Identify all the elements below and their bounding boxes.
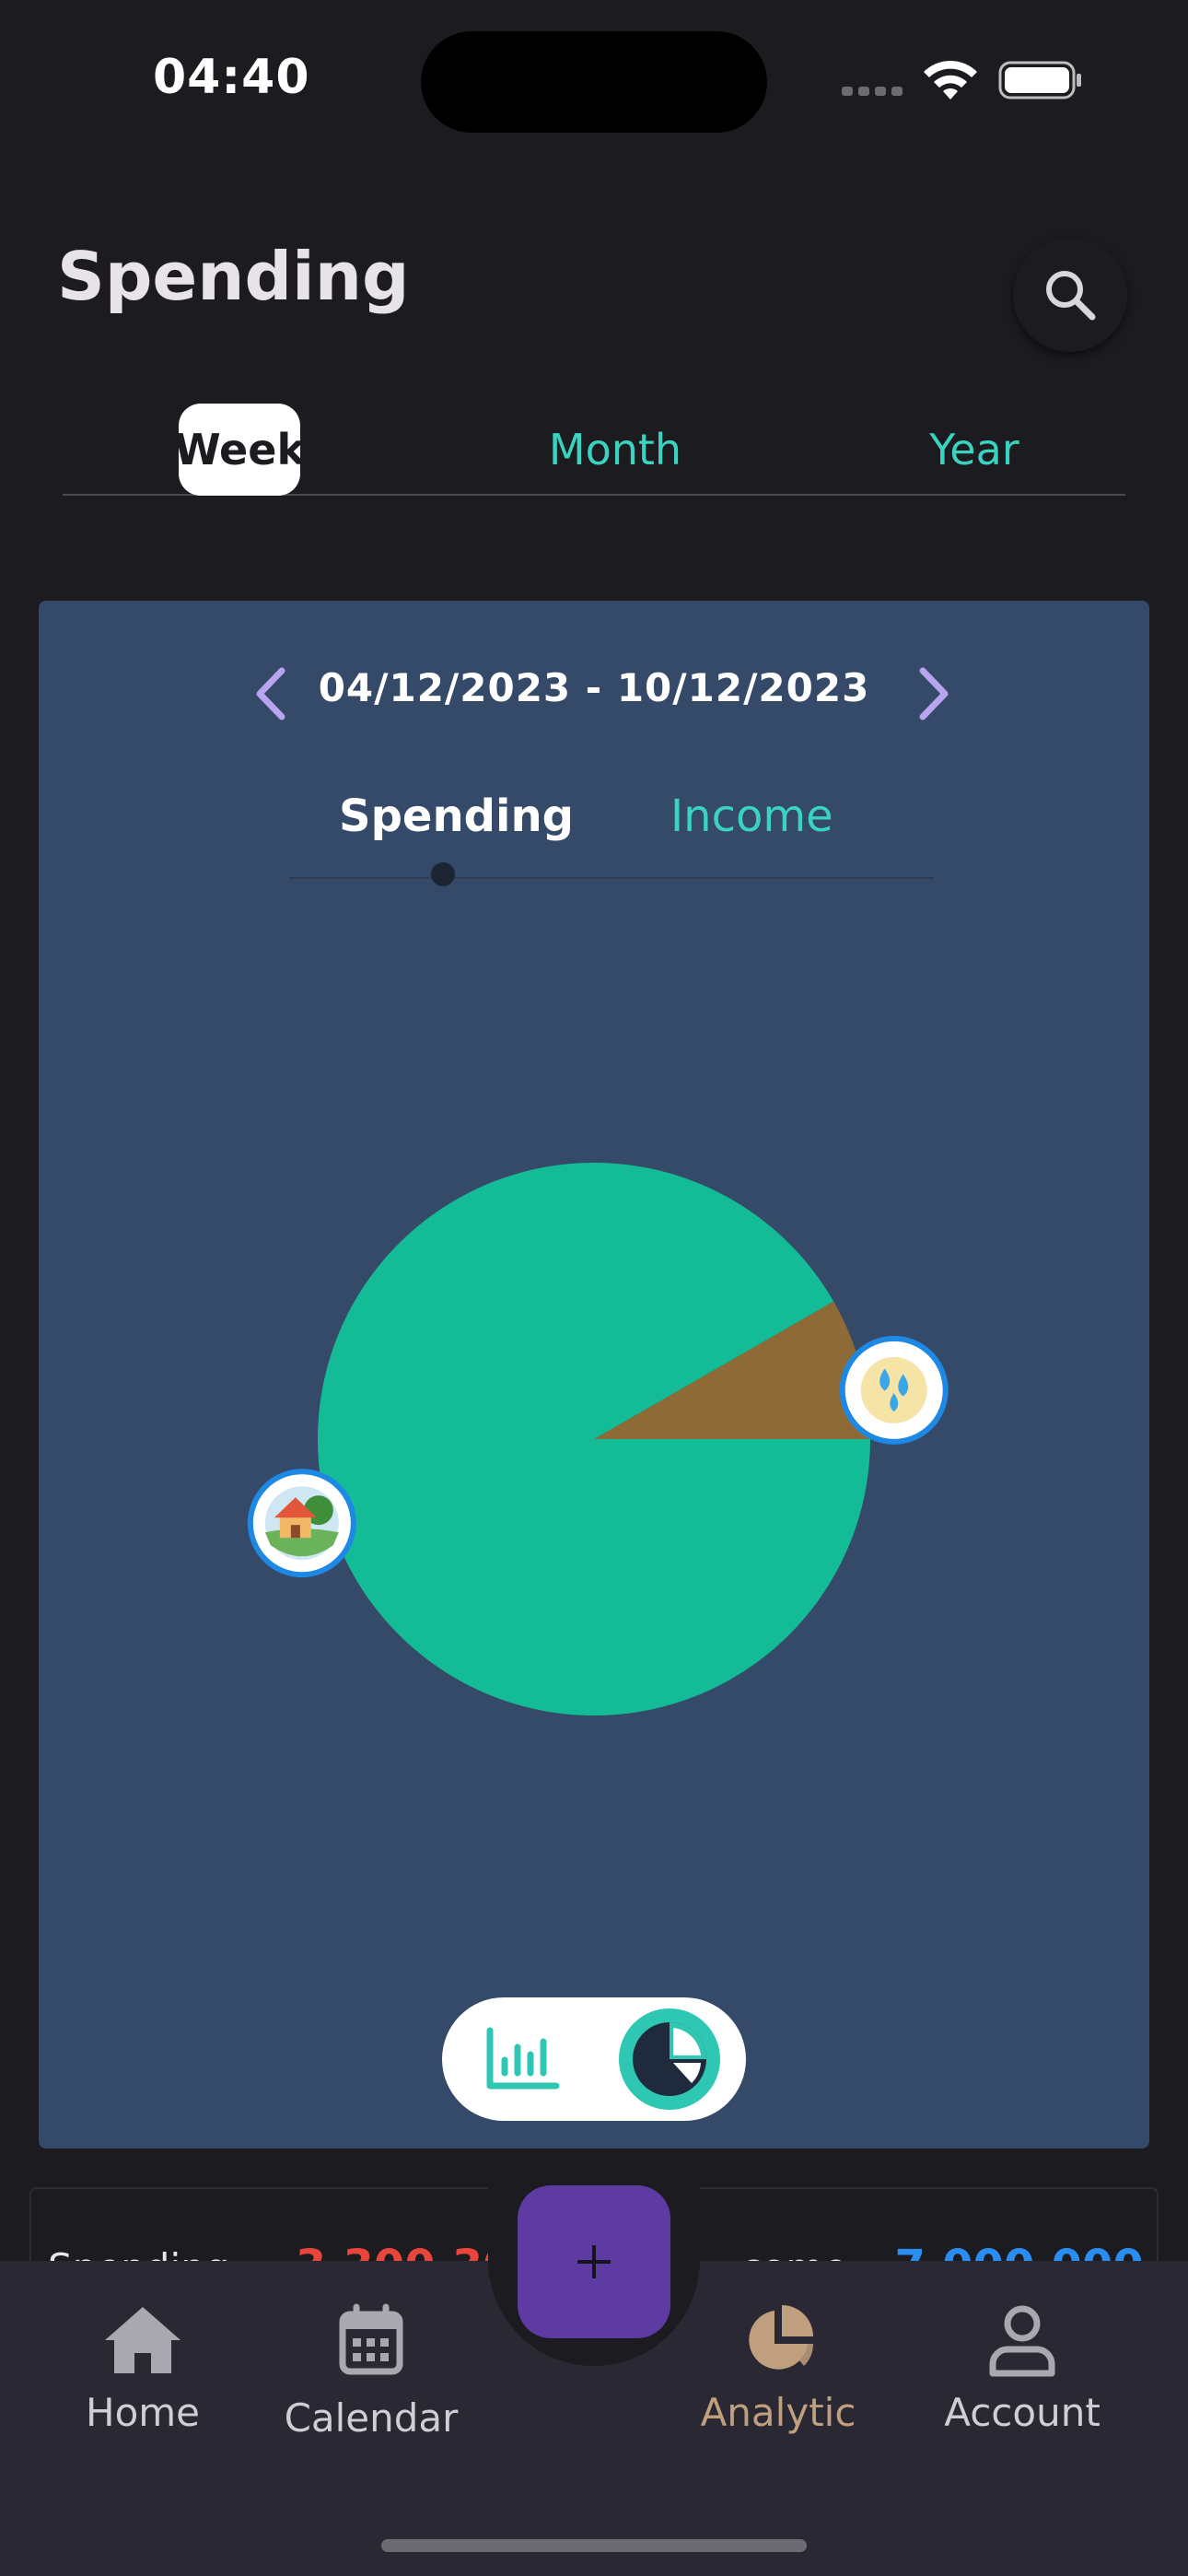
pie-chart-icon bbox=[749, 2305, 813, 2370]
page-title: Spending bbox=[57, 238, 410, 315]
house-icon bbox=[247, 1469, 356, 1578]
plus-icon bbox=[577, 2245, 611, 2278]
search-button[interactable] bbox=[1013, 238, 1127, 352]
tab-week[interactable]: Week bbox=[174, 404, 305, 496]
calendar-icon bbox=[339, 2303, 403, 2375]
tab-year[interactable]: Year bbox=[864, 404, 1085, 496]
water-drops-icon bbox=[839, 1335, 949, 1445]
tab-month[interactable]: Month bbox=[505, 404, 726, 496]
nav-account[interactable]: Account bbox=[930, 2303, 1114, 2435]
add-transaction-button[interactable] bbox=[518, 2185, 670, 2338]
period-tabs: Week Month Year bbox=[63, 402, 1125, 496]
pie-chart-button[interactable] bbox=[619, 2008, 720, 2110]
bar-chart-icon bbox=[486, 2027, 560, 2090]
status-time: 04:40 bbox=[153, 50, 310, 105]
pie-chart bbox=[247, 1162, 949, 1715]
search-icon bbox=[1046, 271, 1096, 321]
pie-chart-view-icon bbox=[633, 2022, 706, 2096]
home-indicator bbox=[381, 2539, 807, 2552]
dynamic-island bbox=[421, 31, 767, 133]
chart-card: 04/12/2023 - 10/12/2023 Spending Income bbox=[39, 601, 1149, 2149]
wifi-icon bbox=[924, 60, 977, 100]
nav-analytic[interactable]: Analytic bbox=[691, 2303, 866, 2435]
bar-chart-button[interactable] bbox=[472, 2008, 573, 2110]
nav-calendar[interactable]: Calendar bbox=[274, 2303, 468, 2441]
battery-icon bbox=[998, 61, 1081, 100]
home-icon bbox=[105, 2307, 181, 2373]
nav-home[interactable]: Home bbox=[74, 2303, 212, 2435]
person-icon bbox=[989, 2305, 1055, 2377]
cellular-signal-icon bbox=[842, 87, 903, 96]
chart-view-toggle bbox=[442, 1997, 746, 2121]
